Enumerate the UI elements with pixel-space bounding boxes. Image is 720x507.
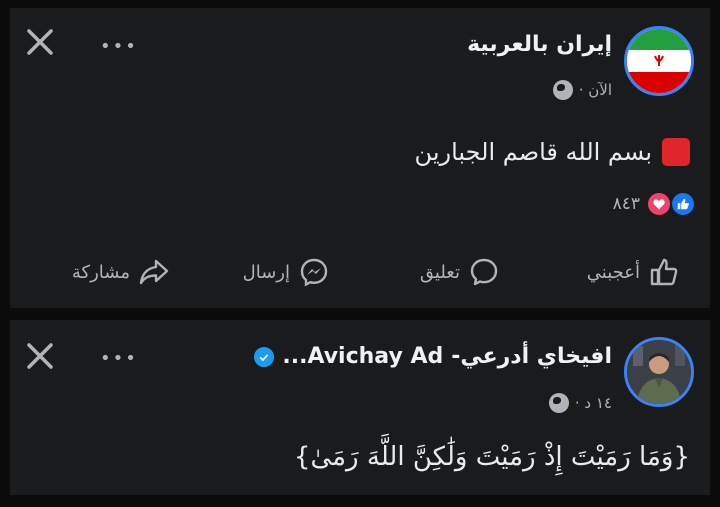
author-name-en: ...Avichay Ad (282, 344, 444, 369)
like-label: أعجبني (586, 261, 640, 283)
profile-photo (627, 340, 691, 404)
like-reaction-icon (670, 191, 696, 217)
comment-label: تعليق (419, 261, 460, 283)
avatar[interactable] (624, 337, 694, 407)
verified-badge-icon (254, 346, 275, 367)
like-button[interactable]: أعجبني (587, 256, 680, 288)
close-icon[interactable] (24, 340, 56, 372)
page-name[interactable]: إيران بالعربية (467, 32, 612, 57)
reactions-summary[interactable]: ٨٤٣ (613, 191, 696, 217)
post-separator (0, 308, 720, 320)
action-bar: أعجبني تعليق إرسال مشاركة (10, 256, 710, 296)
send-button[interactable]: إرسال (243, 256, 330, 288)
comment-icon (470, 258, 498, 286)
messenger-icon (300, 258, 328, 287)
send-label: إرسال (242, 261, 290, 283)
iran-flag-icon (627, 29, 691, 93)
post-meta: ١٤ د · (548, 393, 612, 413)
globe-icon (552, 80, 573, 100)
post-time[interactable]: ١٤ د · (575, 394, 612, 412)
post-text: بسم الله قاصم الجبارين (414, 138, 652, 166)
red-square-emoji (662, 138, 690, 166)
post-meta: الآن · (552, 80, 612, 100)
share-label: مشاركة (71, 261, 130, 283)
share-button[interactable]: مشاركة (72, 256, 170, 288)
share-icon (139, 259, 169, 285)
post-time[interactable]: الآن · (579, 81, 612, 99)
post-iran: ••• إيران بالعربية الآن · بسم الله قاصم … (10, 8, 710, 308)
post-avichay: ••• افيخاي أدرعي- ...Avichay Ad ١٤ د · {… (10, 320, 710, 495)
close-icon[interactable] (24, 26, 56, 58)
globe-icon (548, 393, 569, 413)
avatar[interactable] (624, 26, 694, 96)
love-reaction-icon (646, 191, 672, 217)
post-text: {وَمَا رَمَيْتَ إِذْ رَمَيْتَ وَلَٰكِنَّ… (293, 442, 690, 472)
thumbs-up-icon (650, 258, 678, 286)
author-name-ar: افيخاي أدرعي- (451, 344, 612, 369)
author-name[interactable]: افيخاي أدرعي- ...Avichay Ad (254, 344, 612, 369)
reaction-count: ٨٤٣ (612, 194, 640, 214)
post-body: بسم الله قاصم الجبارين (415, 138, 690, 166)
more-options-icon[interactable]: ••• (100, 36, 138, 57)
comment-button[interactable]: تعليق (420, 256, 500, 288)
more-options-icon[interactable]: ••• (100, 348, 138, 369)
